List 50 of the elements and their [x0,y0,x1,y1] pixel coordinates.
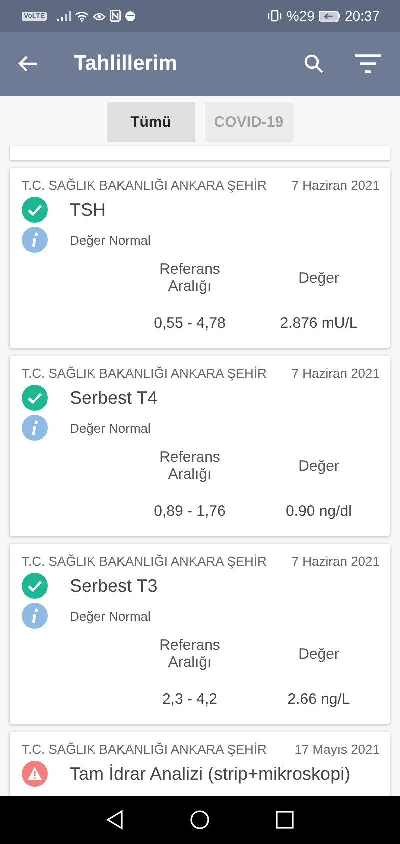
status-text: Değer Normal [70,232,151,248]
test-name: TSH [70,200,106,220]
info-icon [22,415,48,441]
wifi-icon [75,10,90,22]
search-icon[interactable] [304,54,324,74]
nfc-icon [110,10,122,22]
recents-nav-icon[interactable] [276,811,294,829]
filter-icon[interactable] [354,54,382,74]
result-value: 0.90 ng/dl [285,503,353,520]
battery-percent: %29 [286,8,315,24]
result-date: 17 Mayıs 2021 [294,742,380,757]
result-value: 2.876 mU/L [279,315,359,332]
clock: 20:37 [344,8,380,24]
status-text: Değer Normal [70,608,151,624]
signal-icon [57,11,72,21]
test-name: Serbest T3 [70,576,158,596]
reference-range: 0,89 - 1,76 [153,503,227,520]
result-value: 2.66 ng/L [286,691,352,708]
reference-range: 0,55 - 4,78 [153,315,227,332]
info-icon [22,227,48,253]
result-card[interactable]: T.C. SAĞLIK BAKANLIĞI ANKARA ŞEHİR 7 Haziran 2021 Serbest T4 Değer Normal Referans Aralığı Değer 0,89 - 1,76 0.90 ng/dl [10,356,390,536]
test-name: Serbest T4 [70,388,158,408]
column-label: Değer [298,646,340,662]
column-label: Referans Aralığı [158,449,222,483]
column-label: Değer [298,458,340,474]
hospital-name: T.C. SAĞLIK BAKANLIĞI ANKARA ŞEHİR [22,554,267,569]
eye-icon [93,10,106,22]
filter-tab[interactable]: Tümü [107,102,195,142]
hospital-name: T.C. SAĞLIK BAKANLIĞI ANKARA ŞEHİR [22,178,267,193]
back-arrow-icon[interactable] [18,55,38,73]
column-label: Referans Aralığı [158,637,222,671]
home-nav-icon[interactable] [190,810,210,830]
test-name: Tam İdrar Analizi (strip+mikroskopi) [70,764,351,784]
column-label: Değer [298,270,340,286]
result-card[interactable]: T.C. SAĞLIK BAKANLIĞI ANKARA ŞEHİR 17 Mayıs 2021 Tam İdrar Analizi (strip+mikroskopi) [10,732,390,796]
hospital-name: T.C. SAĞLIK BAKANLIĞI ANKARA ŞEHİR [22,366,267,381]
back-nav-icon[interactable] [106,810,124,830]
result-date: 7 Haziran 2021 [292,554,380,569]
reference-range: 2,3 - 4,2 [161,691,219,708]
column-label: Referans Aralığı [158,261,222,295]
vibrate-icon [266,10,283,22]
hospital-name: T.C. SAĞLIK BAKANLIĞI ANKARA ŞEHİR [22,742,267,757]
result-card[interactable]: T.C. SAĞLIK BAKANLIĞI ANKARA ŞEHİR 7 Haziran 2021 TSH Değer Normal Referans Aralığı Değer 0,55 - 4,78 2.876 mU/L [10,168,390,348]
status-text: Değer Normal [70,420,151,436]
battery-icon [318,10,341,22]
result-date: 7 Haziran 2021 [292,366,380,381]
result-card[interactable]: T.C. SAĞLIK BAKANLIĞI ANKARA ŞEHİR 7 Haziran 2021 Serbest T3 Değer Normal Referans Aralığı Değer 2,3 - 4,2 2.66 ng/L [10,544,390,724]
info-icon [22,603,48,629]
result-date: 7 Haziran 2021 [292,178,380,193]
page-title: Tahlillerim [74,52,178,76]
